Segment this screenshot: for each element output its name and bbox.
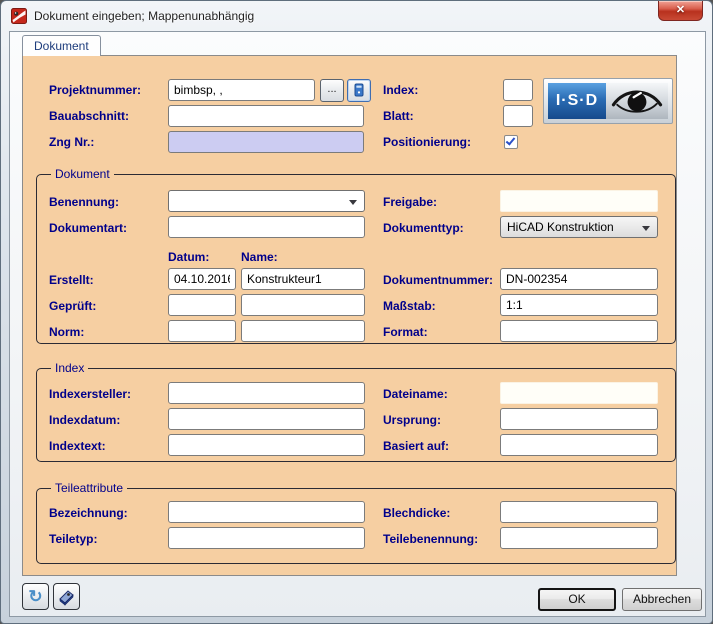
norm-name-input[interactable]	[241, 320, 365, 342]
index-input[interactable]	[503, 79, 533, 101]
isd-logo: I·S·D	[543, 78, 673, 124]
basiert-auf-label: Basiert auf:	[383, 439, 449, 453]
norm-label: Norm:	[49, 325, 84, 339]
projektnummer-input[interactable]	[168, 79, 315, 101]
isd-logo-text: I·S·D	[548, 83, 606, 119]
format-input[interactable]	[500, 320, 658, 342]
eye-icon	[609, 85, 665, 117]
erstellt-label: Erstellt:	[49, 273, 94, 287]
dokument-tab-panel: Projektnummer: ... Bauabschnitt: Zng Nr.…	[22, 55, 677, 576]
dateiname-input[interactable]	[500, 382, 658, 404]
dokumenttyp-value: HiCAD Konstruktion	[507, 220, 614, 234]
benennung-combobox[interactable]	[168, 190, 365, 212]
cancel-button[interactable]: Abbrechen	[622, 588, 702, 611]
dokumenttyp-combobox[interactable]: HiCAD Konstruktion	[500, 216, 658, 238]
freigabe-label: Freigabe:	[383, 195, 437, 209]
format-label: Format:	[383, 325, 428, 339]
blechdicke-input[interactable]	[500, 501, 658, 523]
projektnummer-label: Projektnummer:	[49, 83, 141, 97]
ursprung-label: Ursprung:	[383, 413, 441, 427]
group-index-title: Index	[51, 361, 88, 375]
ursprung-input[interactable]	[500, 408, 658, 430]
chevron-down-icon	[349, 200, 357, 205]
close-icon: ✕	[676, 4, 685, 16]
refresh-button[interactable]: ↻	[22, 583, 49, 610]
indextext-input[interactable]	[168, 434, 365, 456]
ok-button-label: OK	[568, 592, 585, 606]
indextext-label: Indextext:	[49, 439, 106, 453]
index-label: Index:	[383, 83, 418, 97]
group-teileattribute: Teileattribute	[36, 488, 676, 564]
erstellt-datum-input[interactable]	[168, 268, 236, 290]
freigabe-input[interactable]	[500, 190, 658, 212]
bauabschnitt-label: Bauabschnitt:	[49, 109, 129, 123]
norm-datum-input[interactable]	[168, 320, 236, 342]
dokumentart-label: Dokumentart:	[49, 221, 127, 235]
eraser-icon	[57, 587, 76, 606]
blatt-input[interactable]	[503, 105, 533, 127]
geprueft-datum-input[interactable]	[168, 294, 236, 316]
positionierung-label: Positionierung:	[383, 135, 471, 149]
tab-label: Dokument	[34, 39, 89, 53]
basiert-auf-input[interactable]	[500, 434, 658, 456]
indexdatum-input[interactable]	[168, 408, 365, 430]
refresh-icon: ↻	[28, 588, 42, 605]
clear-fields-button[interactable]	[53, 583, 80, 610]
ellipsis-icon: ...	[327, 83, 336, 95]
benennung-label: Benennung:	[49, 195, 119, 209]
indexersteller-input[interactable]	[168, 382, 365, 404]
teiletyp-label: Teiletyp:	[49, 532, 97, 546]
cancel-button-label: Abbrechen	[633, 592, 691, 606]
window-title: Dokument eingeben; Mappenunabhängig	[34, 9, 254, 23]
zng-nr-input[interactable]	[168, 131, 364, 153]
name-column-header: Name:	[241, 250, 278, 264]
zng-nr-label: Zng Nr.:	[49, 135, 94, 149]
projekt-database-button[interactable]	[347, 79, 371, 102]
dateiname-label: Dateiname:	[383, 387, 448, 401]
datum-column-header: Datum:	[168, 250, 209, 264]
isd-eye-panel	[606, 83, 668, 119]
ok-button[interactable]: OK	[538, 588, 616, 611]
indexdatum-label: Indexdatum:	[49, 413, 120, 427]
chevron-down-icon	[642, 226, 650, 231]
dokumentnummer-label: Dokumentnummer:	[383, 273, 493, 287]
checkmark-icon	[506, 135, 516, 145]
book-icon	[352, 83, 366, 98]
dokumentnummer-input[interactable]	[500, 268, 658, 290]
geprueft-name-input[interactable]	[241, 294, 365, 316]
blatt-label: Blatt:	[383, 109, 414, 123]
app-icon	[11, 8, 27, 24]
dokumenttyp-label: Dokumenttyp:	[383, 221, 464, 235]
dialog-client-area: Dokument Projektnummer: ... Bauabschnitt…	[9, 31, 706, 617]
teiletyp-input[interactable]	[168, 527, 365, 549]
teilebenennung-input[interactable]	[500, 527, 658, 549]
titlebar[interactable]: Dokument eingeben; Mappenunabhängig ✕	[1, 1, 712, 31]
positionierung-checkbox[interactable]	[504, 135, 518, 149]
bezeichnung-label: Bezeichnung:	[49, 506, 128, 520]
dialog-window: Dokument eingeben; Mappenunabhängig ✕ Do…	[0, 0, 713, 624]
close-button[interactable]: ✕	[658, 1, 703, 21]
erstellt-name-input[interactable]	[241, 268, 365, 290]
bauabschnitt-input[interactable]	[168, 105, 364, 127]
indexersteller-label: Indexersteller:	[49, 387, 131, 401]
massstab-label: Maßstab:	[383, 299, 436, 313]
projektnummer-browse-button[interactable]: ...	[320, 79, 344, 102]
geprueft-label: Geprüft:	[49, 299, 96, 313]
group-teileattribute-title: Teileattribute	[51, 481, 127, 495]
dokumentart-input[interactable]	[168, 216, 365, 238]
blechdicke-label: Blechdicke:	[383, 506, 450, 520]
tab-dokument[interactable]: Dokument	[22, 35, 101, 56]
bezeichnung-input[interactable]	[168, 501, 365, 523]
massstab-input[interactable]	[500, 294, 658, 316]
teilebenennung-label: Teilebenennung:	[383, 532, 478, 546]
group-dokument-title: Dokument	[51, 167, 114, 181]
